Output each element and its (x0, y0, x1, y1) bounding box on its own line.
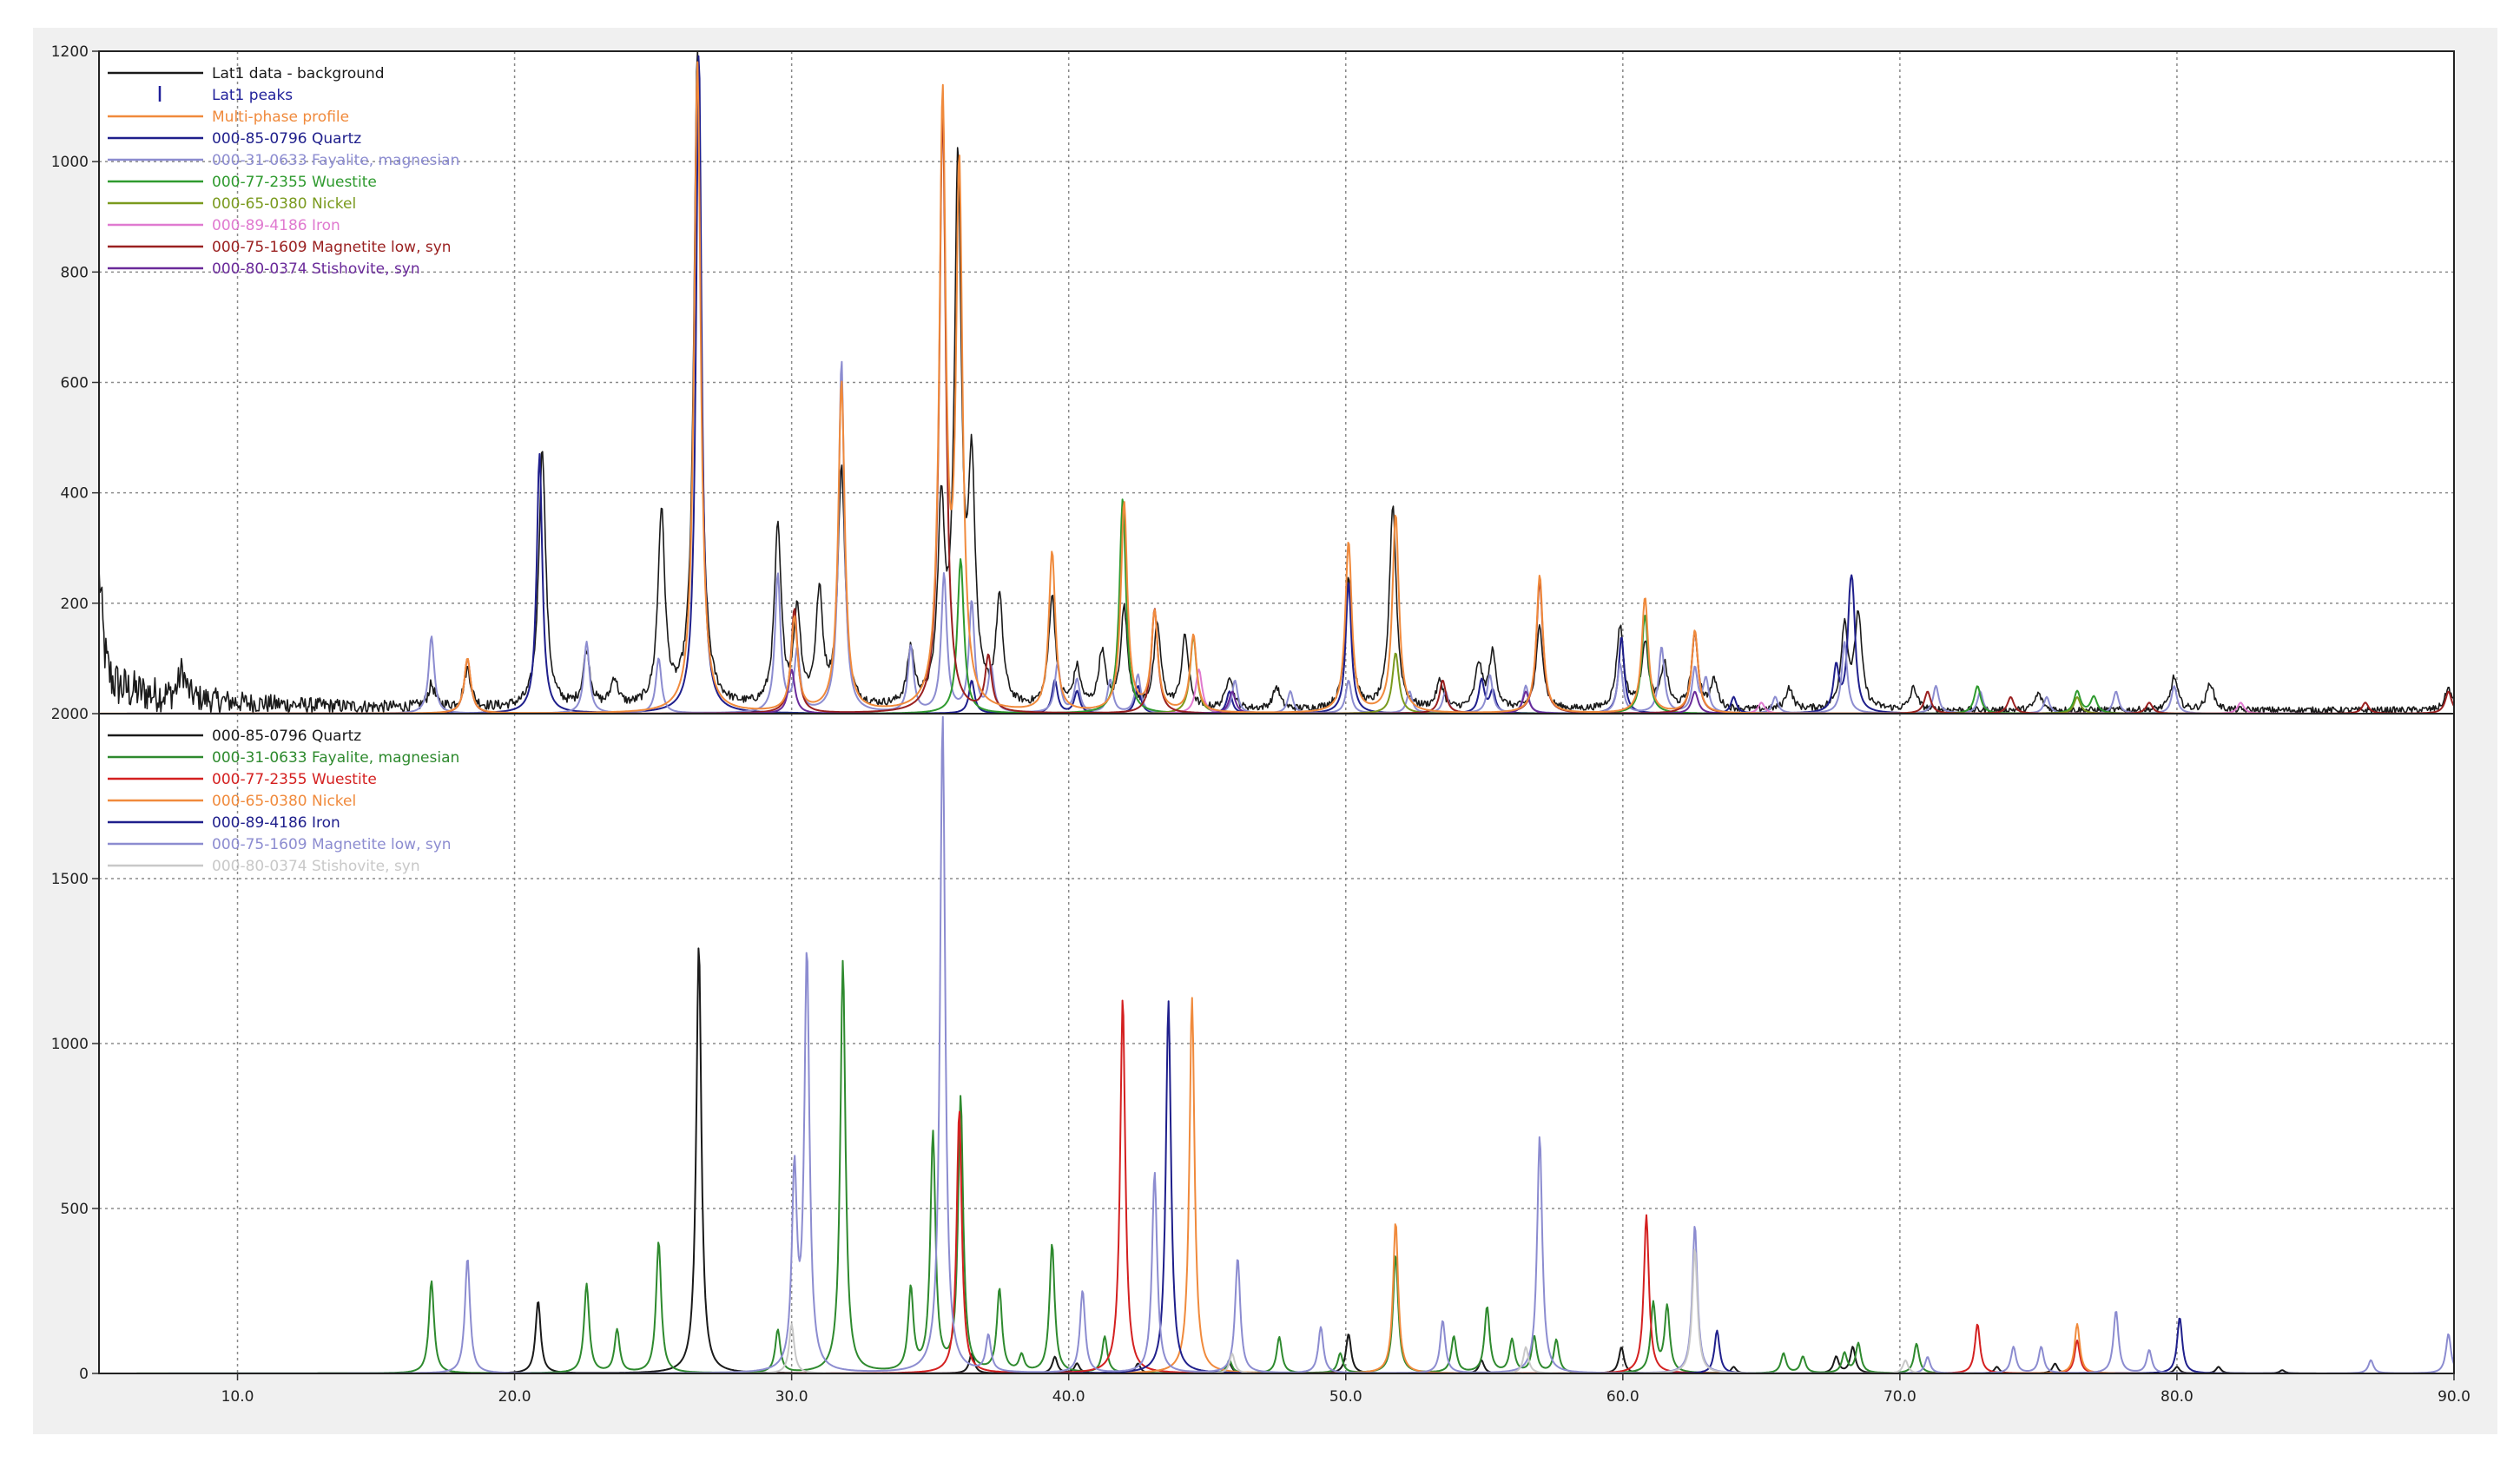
legend-label: Lat1 peaks (212, 87, 293, 104)
legend-label: 000-85-0796 Quartz (212, 728, 361, 745)
legend-label: 000-75-1609 Magnetite low, syn (212, 239, 452, 256)
y-tick-label: 2000 (51, 706, 89, 723)
legend-label: 000-89-4186 Iron (212, 217, 340, 234)
y-tick-label: 1000 (51, 1036, 89, 1053)
y-tick-label: 1500 (51, 871, 89, 888)
x-tick-label: 90.0 (2438, 1388, 2471, 1406)
x-tick-label: 50.0 (1329, 1388, 1362, 1406)
y-tick-label: 200 (61, 596, 89, 613)
y-tick-label: 1200 (51, 43, 89, 61)
legend-label: 000-80-0374 Stishovite, syn (212, 858, 420, 875)
x-tick-label: 60.0 (1606, 1388, 1639, 1406)
x-tick-label: 40.0 (1052, 1388, 1085, 1406)
y-tick-label: 400 (61, 485, 89, 503)
legend-label: 000-75-1609 Magnetite low, syn (212, 836, 452, 853)
legend-label: 000-80-0374 Stishovite, syn (212, 260, 420, 278)
xrd-chart: 200 400 600 800 1000 1200 0 500 1000 1500 2000 10.0… (51, 43, 2471, 1406)
legend-label: 000-89-4186 Iron (212, 814, 340, 832)
legend-label: Multi-phase profile (212, 109, 349, 126)
x-tick-label: 80.0 (2160, 1388, 2193, 1406)
y-tick-label: 800 (61, 264, 89, 281)
legend-label: 000-85-0796 Quartz (212, 130, 361, 148)
legend-label: 000-31-0633 Fayalite, magnesian (212, 152, 459, 169)
x-tick-label: 10.0 (221, 1388, 254, 1406)
legend-label: 000-77-2355 Wuestite (212, 174, 377, 191)
x-tick-label: 70.0 (1883, 1388, 1916, 1406)
legend-label: 000-77-2355 Wuestite (212, 771, 377, 788)
y-tick-label: 0 (79, 1366, 89, 1383)
x-tick-label: 20.0 (498, 1388, 531, 1406)
legend-label: 000-65-0380 Nickel (212, 793, 356, 810)
y-tick-label: 500 (61, 1201, 89, 1218)
legend-label: 000-65-0380 Nickel (212, 195, 356, 213)
y-tick-label: 600 (61, 375, 89, 392)
x-tick-label: 30.0 (775, 1388, 808, 1406)
legend-label: 000-31-0633 Fayalite, magnesian (212, 749, 459, 767)
chart-frame: 200 400 600 800 1000 1200 0 500 1000 1500 2000 10.0… (33, 28, 2497, 1434)
y-tick-label: 1000 (51, 154, 89, 171)
legend-label: Lat1 data - background (212, 65, 385, 82)
